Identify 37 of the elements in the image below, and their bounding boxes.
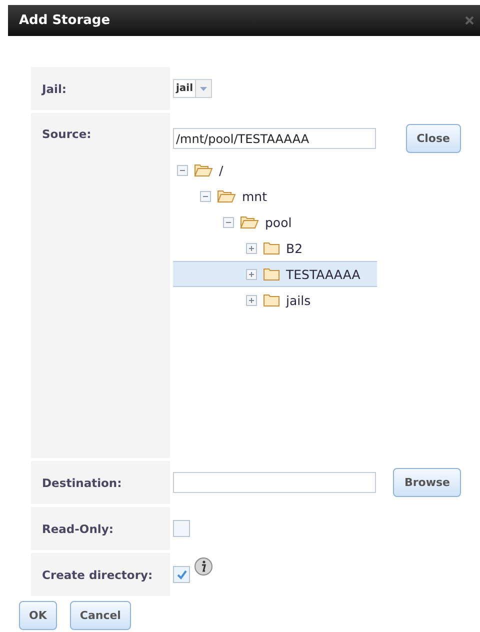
field-label: Read-Only: [31, 507, 170, 550]
tree-item[interactable]: / [173, 157, 377, 183]
expander-icon[interactable] [246, 242, 257, 254]
folder-icon [263, 241, 280, 255]
source-field[interactable]: /mnt/pool/TESTAAAAA [173, 128, 376, 149]
close-icon[interactable] [465, 16, 474, 25]
folder-icon [194, 163, 213, 177]
close-button[interactable]: Close [406, 124, 461, 153]
tree-item[interactable]: jails [173, 287, 377, 313]
expander-icon[interactable] [246, 268, 257, 280]
dialog-button[interactable]: Cancel [70, 601, 131, 630]
expander-icon[interactable] [223, 216, 234, 228]
expander-icon[interactable] [246, 294, 257, 306]
checkbox[interactable] [173, 520, 190, 537]
jail-dropdown[interactable]: jail [173, 79, 212, 98]
info-icon[interactable] [194, 557, 213, 576]
tree-item[interactable]: mnt [173, 183, 377, 209]
tree-item[interactable]: pool [173, 209, 377, 235]
folder-icon [263, 293, 280, 307]
folder-icon [217, 189, 236, 203]
expander-icon[interactable] [177, 164, 188, 176]
expander-icon[interactable] [200, 190, 211, 202]
field-label: Source: [31, 113, 170, 458]
checkbox[interactable] [173, 566, 190, 583]
window-title: Add Storage [19, 13, 110, 28]
field-label: Create directory: [31, 553, 170, 596]
folder-icon [240, 215, 259, 229]
dialog-button[interactable]: OK [19, 601, 57, 630]
tree-item[interactable]: B2 [173, 235, 377, 261]
destination-field[interactable] [173, 472, 376, 493]
field-label: Destination: [31, 461, 170, 504]
folder-icon [263, 267, 280, 281]
caret-icon [195, 80, 212, 97]
browse-button[interactable]: Browse [393, 468, 461, 497]
checkmark-icon [176, 568, 188, 580]
field-label: Jail: [31, 67, 170, 110]
tree-item[interactable]: TESTAAAAA [173, 261, 377, 287]
